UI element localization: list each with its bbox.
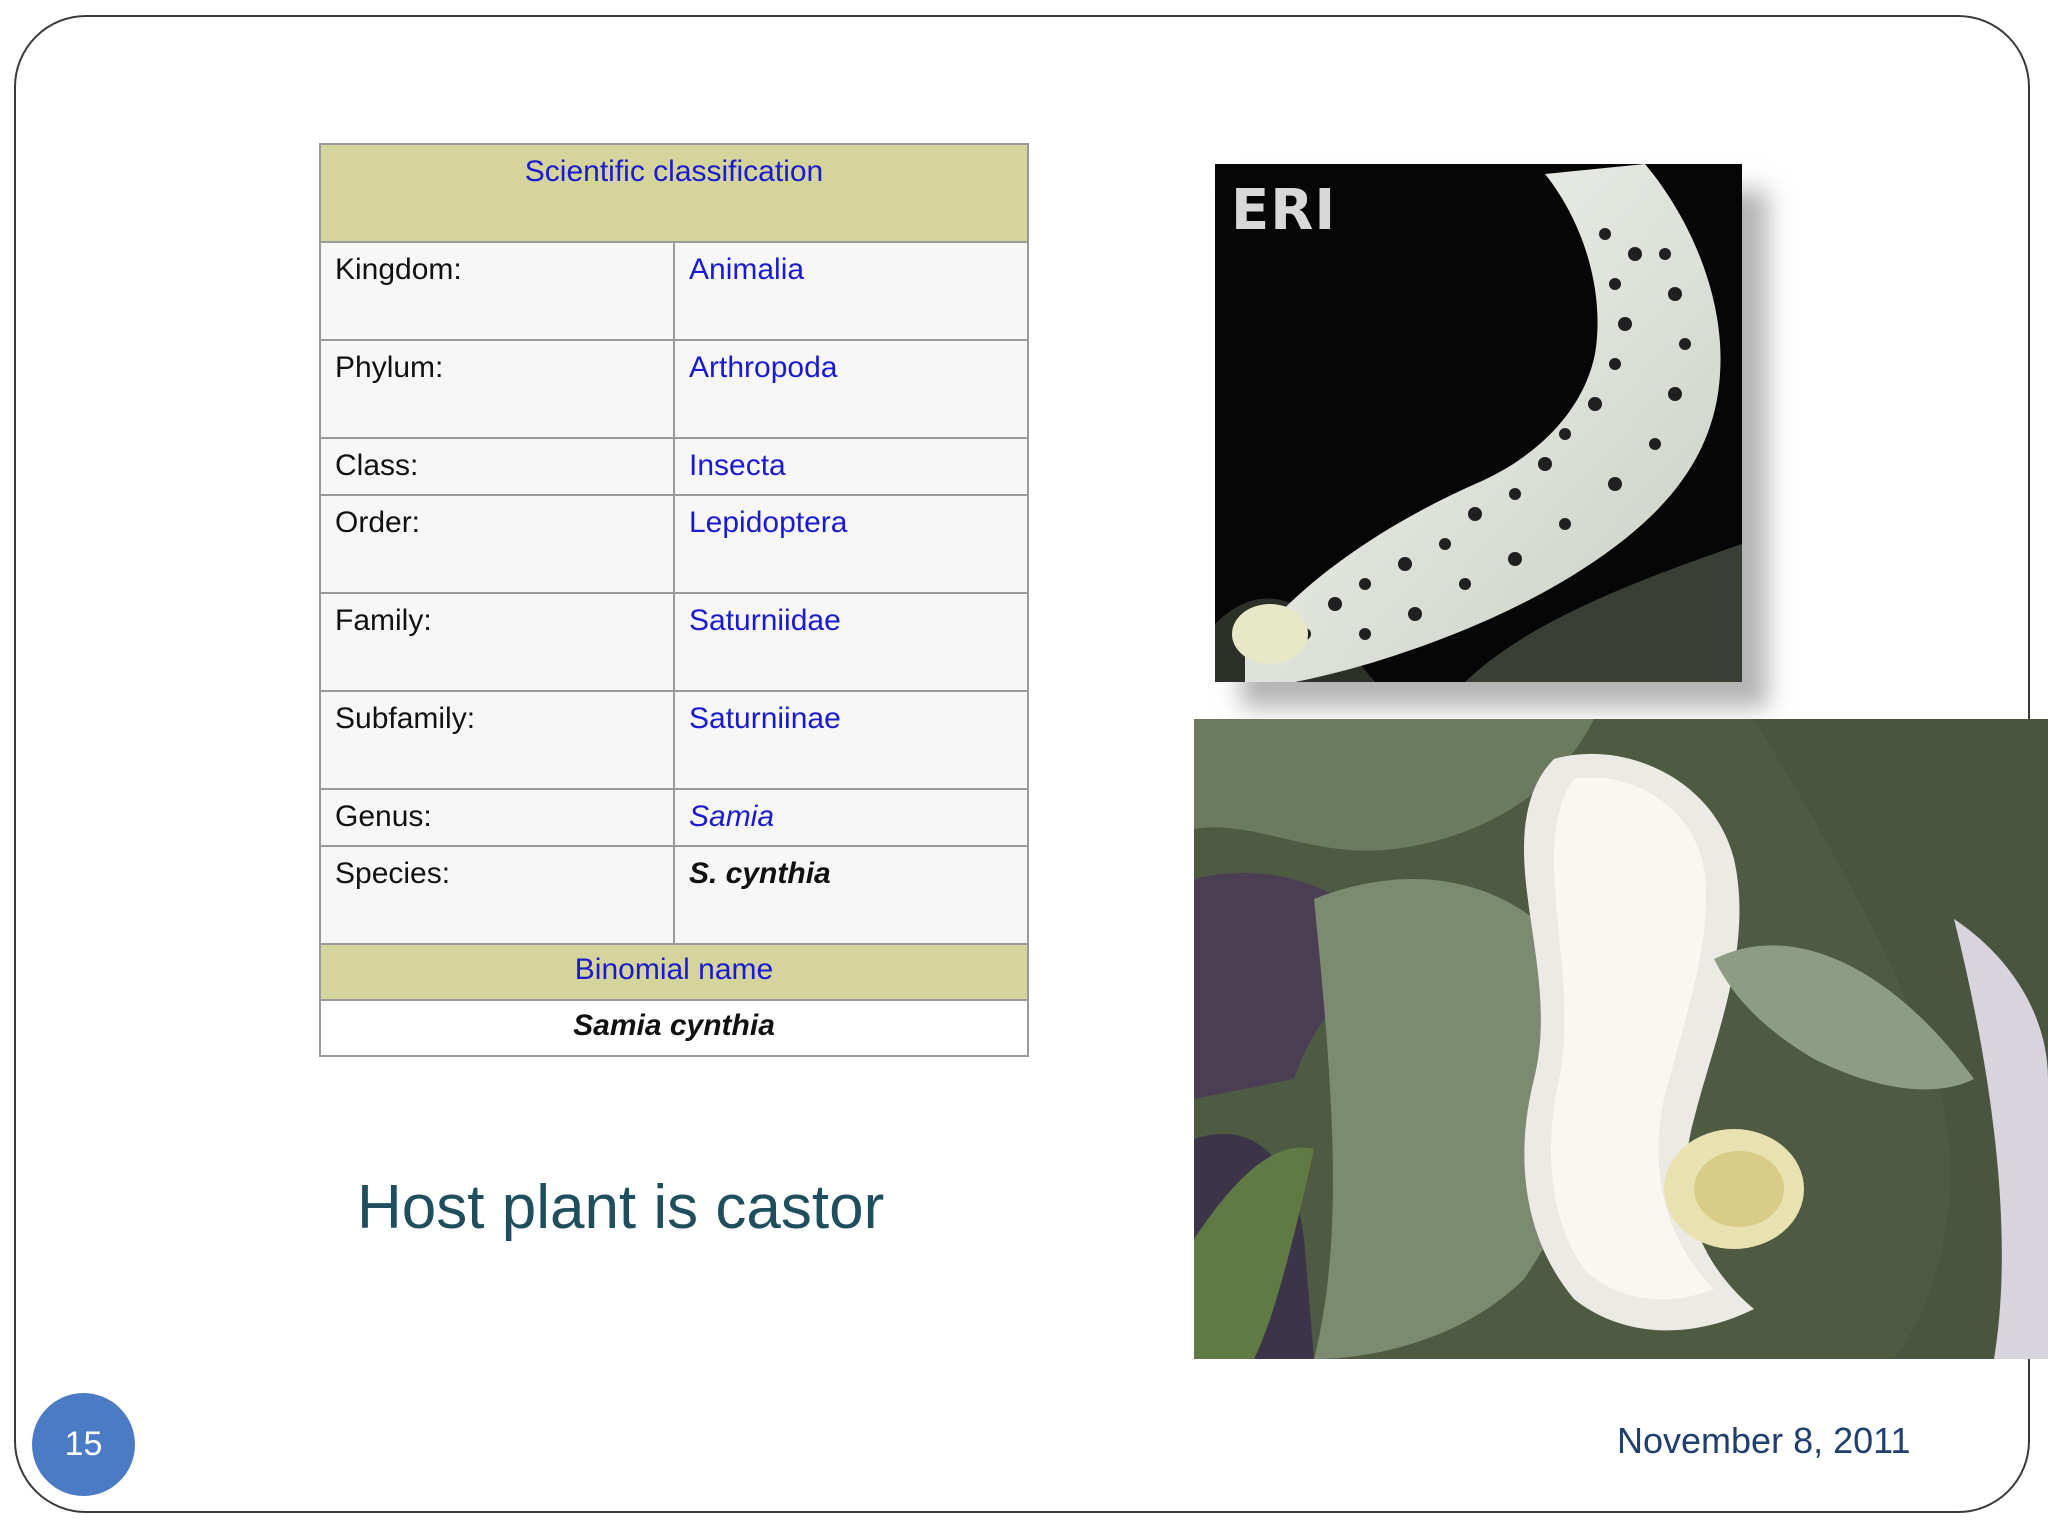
- rank-label: Species:: [319, 845, 675, 945]
- table-row: Order: Lepidoptera: [319, 494, 1030, 594]
- classification-table: Scientific classification Kingdom: Anima…: [318, 143, 1030, 1057]
- caterpillar-on-leaf-illustration: [1194, 719, 2048, 1359]
- rank-value-link[interactable]: Animalia: [672, 241, 1030, 341]
- table-row: Kingdom: Animalia: [319, 241, 1030, 341]
- rank-value-link[interactable]: Arthropoda: [672, 339, 1030, 439]
- host-plant-text: Host plant is castor: [357, 1173, 885, 1242]
- page-number-badge: 15: [32, 1393, 135, 1496]
- binomial-value: Samia cynthia: [318, 999, 1030, 1057]
- table-row: Class: Insecta: [319, 437, 1030, 496]
- eri-label: ERI: [1231, 178, 1337, 243]
- table-row: Phylum: Arthropoda: [319, 339, 1030, 439]
- rank-label: Phylum:: [319, 339, 675, 439]
- rank-value-link[interactable]: Saturniidae: [672, 592, 1030, 692]
- rank-value-link[interactable]: Samia: [672, 788, 1030, 847]
- caterpillar-on-leaf-photo: [1194, 719, 2048, 1359]
- rank-label: Order:: [319, 494, 675, 594]
- rank-label: Subfamily:: [319, 690, 675, 790]
- table-row: Species: S. cynthia: [319, 845, 1030, 945]
- table-row: Family: Saturniidae: [319, 592, 1030, 692]
- rank-value-link[interactable]: Saturniinae: [672, 690, 1030, 790]
- rank-label: Family:: [319, 592, 675, 692]
- rank-label: Kingdom:: [319, 241, 675, 341]
- rank-label: Genus:: [319, 788, 675, 847]
- rank-value-link[interactable]: Lepidoptera: [672, 494, 1030, 594]
- rank-value-link[interactable]: Insecta: [672, 437, 1030, 496]
- species-value: S. cynthia: [672, 845, 1030, 945]
- rank-label: Class:: [319, 437, 675, 496]
- table-row: Genus: Samia: [319, 788, 1030, 847]
- slide-date: November 8, 2011: [1617, 1420, 1911, 1461]
- binomial-header: Binomial name: [318, 943, 1030, 1001]
- classification-header: Scientific classification: [318, 143, 1030, 243]
- eri-caterpillar-photo: ERI: [1215, 164, 1742, 682]
- table-row: Subfamily: Saturniinae: [319, 690, 1030, 790]
